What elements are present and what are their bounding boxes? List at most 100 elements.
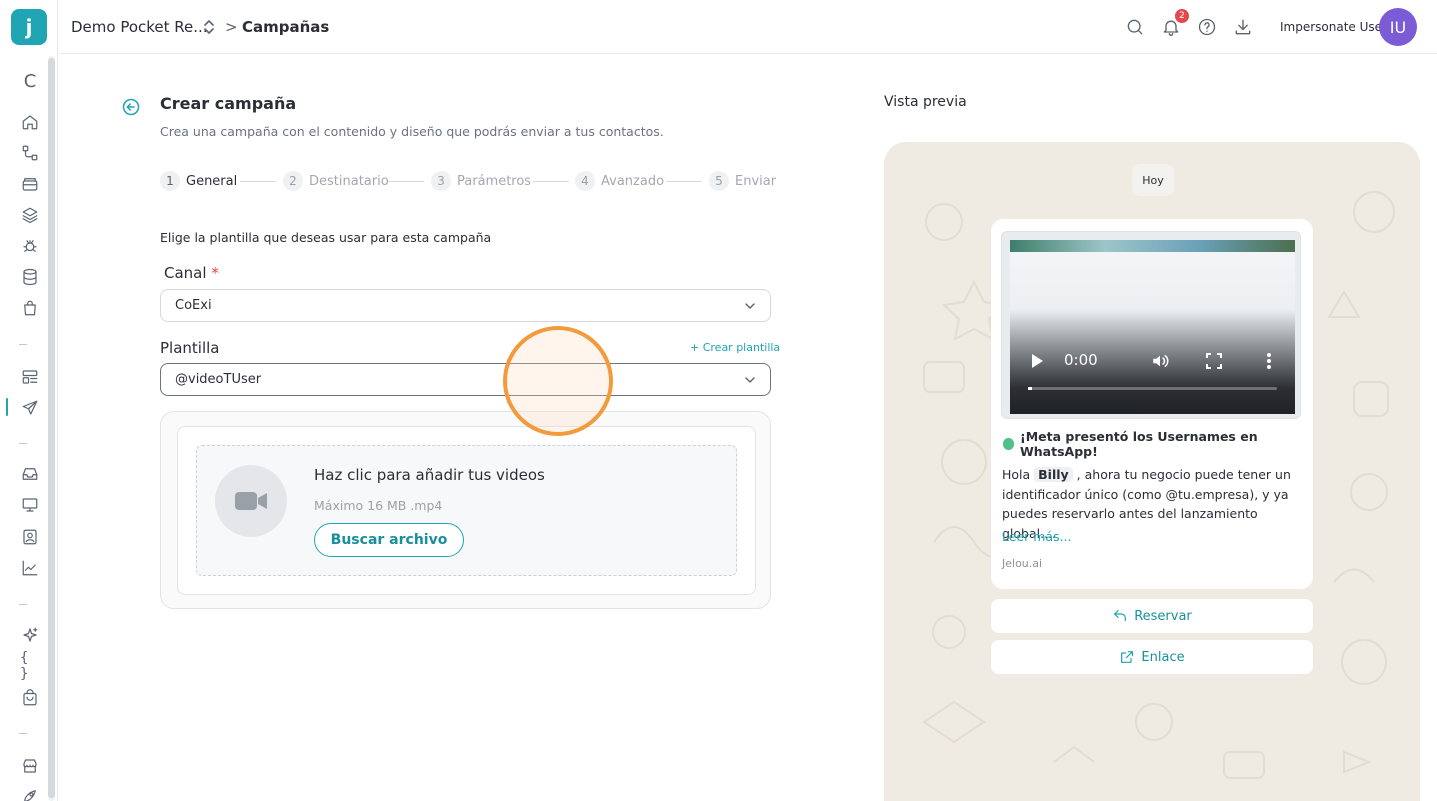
step-label: Avanzado [601, 173, 665, 189]
step-number: 2 [283, 171, 303, 191]
step-connector [240, 181, 276, 182]
flow-icon[interactable] [20, 143, 40, 163]
step-label: General [186, 173, 238, 189]
canal-select[interactable]: CoExi [160, 289, 771, 322]
upload-card: Haz clic para añadir tus videos Máximo 1… [177, 426, 756, 595]
read-more-link[interactable]: Leer más... [1002, 529, 1072, 544]
project-selector[interactable]: Demo Pocket Re... [71, 18, 208, 36]
video-thumbnail [1010, 240, 1295, 252]
step-connector [388, 181, 424, 182]
send-icon[interactable] [20, 398, 40, 418]
browse-file-button[interactable]: Buscar archivo [314, 523, 464, 557]
bug-icon[interactable] [20, 236, 40, 256]
message-footer: Jelou.ai [1002, 557, 1043, 570]
video-camera-icon [215, 465, 287, 537]
step-number: 3 [431, 171, 451, 191]
globe-icon [1003, 438, 1014, 450]
store-bag-icon[interactable] [20, 688, 40, 708]
step-number: 4 [575, 171, 595, 191]
video-progress[interactable] [1028, 387, 1277, 390]
help-icon[interactable] [1196, 16, 1218, 38]
rail-divider [19, 604, 27, 605]
body-greeting: Hola [1002, 467, 1035, 482]
user-name[interactable]: Impersonate User [1280, 20, 1387, 34]
step-label: Enviar [735, 173, 777, 189]
breadcrumb-separator: > [225, 18, 238, 36]
plantilla-label: Plantilla [160, 339, 220, 357]
step-destinatario[interactable]: 2 Destinatario [283, 170, 389, 192]
step-connector [666, 181, 702, 182]
step-label: Parámetros [457, 173, 532, 189]
plantilla-select[interactable]: @videoTUser [160, 363, 771, 396]
download-icon[interactable] [1232, 16, 1254, 38]
canal-value: CoExi [175, 298, 212, 313]
page-title: Crear campaña [160, 94, 297, 113]
fullscreen-icon[interactable] [1206, 353, 1222, 369]
database-icon[interactable] [20, 267, 40, 287]
step-avanzado[interactable]: 4 Avanzado [575, 170, 664, 192]
step-label: Destinatario [309, 173, 389, 189]
caption-text: ¡Meta presentó los Usernames en WhatsApp… [1020, 429, 1258, 459]
step-general[interactable]: 1 General [160, 170, 237, 192]
video-progress-knob[interactable] [1028, 387, 1032, 390]
reserve-button[interactable]: Reservar [991, 599, 1313, 633]
video-attachment[interactable]: 0:00 [1001, 231, 1301, 419]
avatar[interactable]: IU [1379, 8, 1417, 46]
home-icon[interactable] [20, 112, 40, 132]
preview-label: Vista previa [884, 94, 967, 110]
braces-glyph: { } [20, 650, 29, 682]
canal-label-text: Canal [164, 264, 207, 282]
archive-icon[interactable] [20, 174, 40, 194]
shop-icon[interactable] [20, 756, 40, 776]
chevron-updown-icon[interactable] [202, 17, 216, 37]
play-icon[interactable] [1032, 354, 1043, 368]
notification-badge: 2 [1175, 9, 1189, 23]
rocket-icon[interactable] [20, 786, 40, 801]
chevron-down-icon [745, 303, 755, 309]
upload-hint: Máximo 16 MB .mp4 [314, 498, 443, 513]
layout-icon[interactable] [20, 367, 40, 387]
sidebar-scrollbar-thumb[interactable] [48, 58, 55, 798]
volume-icon[interactable] [1151, 352, 1169, 370]
step-parametros[interactable]: 3 Parámetros [431, 170, 531, 192]
monitor-icon[interactable] [20, 495, 40, 515]
stepper: 1 General 2 Destinatario 3 Parámetros 4 … [160, 170, 776, 192]
whatsapp-preview: Hoy 0:00 ¡Meta presentó los Usernames en… [884, 142, 1420, 801]
braces-icon[interactable]: { } [20, 650, 40, 682]
rail-divider [19, 344, 27, 345]
step-enviar[interactable]: 5 Enviar [709, 170, 776, 192]
left-rail: j C { } [0, 0, 58, 801]
step-number: 5 [709, 171, 729, 191]
video-time: 0:00 [1064, 351, 1098, 369]
chart-icon[interactable] [20, 558, 40, 578]
step-connector [533, 181, 569, 182]
name-variable-chip: Billy [1034, 467, 1073, 482]
avatar-initials: IU [1389, 17, 1407, 37]
top-bar: Demo Pocket Re... > Campañas 2 Impersona… [59, 0, 1437, 54]
chevron-down-icon [745, 377, 755, 383]
layers-icon[interactable] [20, 205, 40, 225]
reload-icon[interactable]: C [20, 70, 40, 92]
canal-label: Canal * [164, 264, 219, 282]
create-template-link[interactable]: + Crear plantilla [690, 341, 780, 354]
plantilla-value: @videoTUser [175, 372, 262, 387]
shopping-bag-icon[interactable] [20, 298, 40, 318]
contact-icon[interactable] [20, 527, 40, 547]
inbox-icon[interactable] [20, 464, 40, 484]
breadcrumb-current: Campañas [242, 18, 330, 36]
sparkles-icon[interactable] [20, 625, 40, 645]
template-intro: Elige la plantilla que deseas usar para … [160, 230, 492, 245]
click-indicator [503, 326, 613, 436]
link-button-label: Enlace [1141, 649, 1185, 665]
link-button[interactable]: Enlace [991, 640, 1313, 674]
search-icon[interactable] [1124, 16, 1146, 38]
reload-glyph: C [23, 70, 37, 92]
app-logo[interactable]: j [11, 9, 47, 45]
more-options-icon[interactable] [1266, 352, 1272, 370]
video-dropzone[interactable]: Haz clic para añadir tus videos Máximo 1… [196, 445, 737, 576]
page-subtitle: Crea una campaña con el contenido y dise… [160, 124, 664, 139]
sidebar-scrollbar[interactable] [48, 56, 55, 801]
back-arrow-icon[interactable] [122, 98, 140, 116]
video-player[interactable]: 0:00 [1010, 240, 1295, 414]
message-bubble: 0:00 ¡Meta presentó los Usernames en Wha… [991, 219, 1313, 589]
